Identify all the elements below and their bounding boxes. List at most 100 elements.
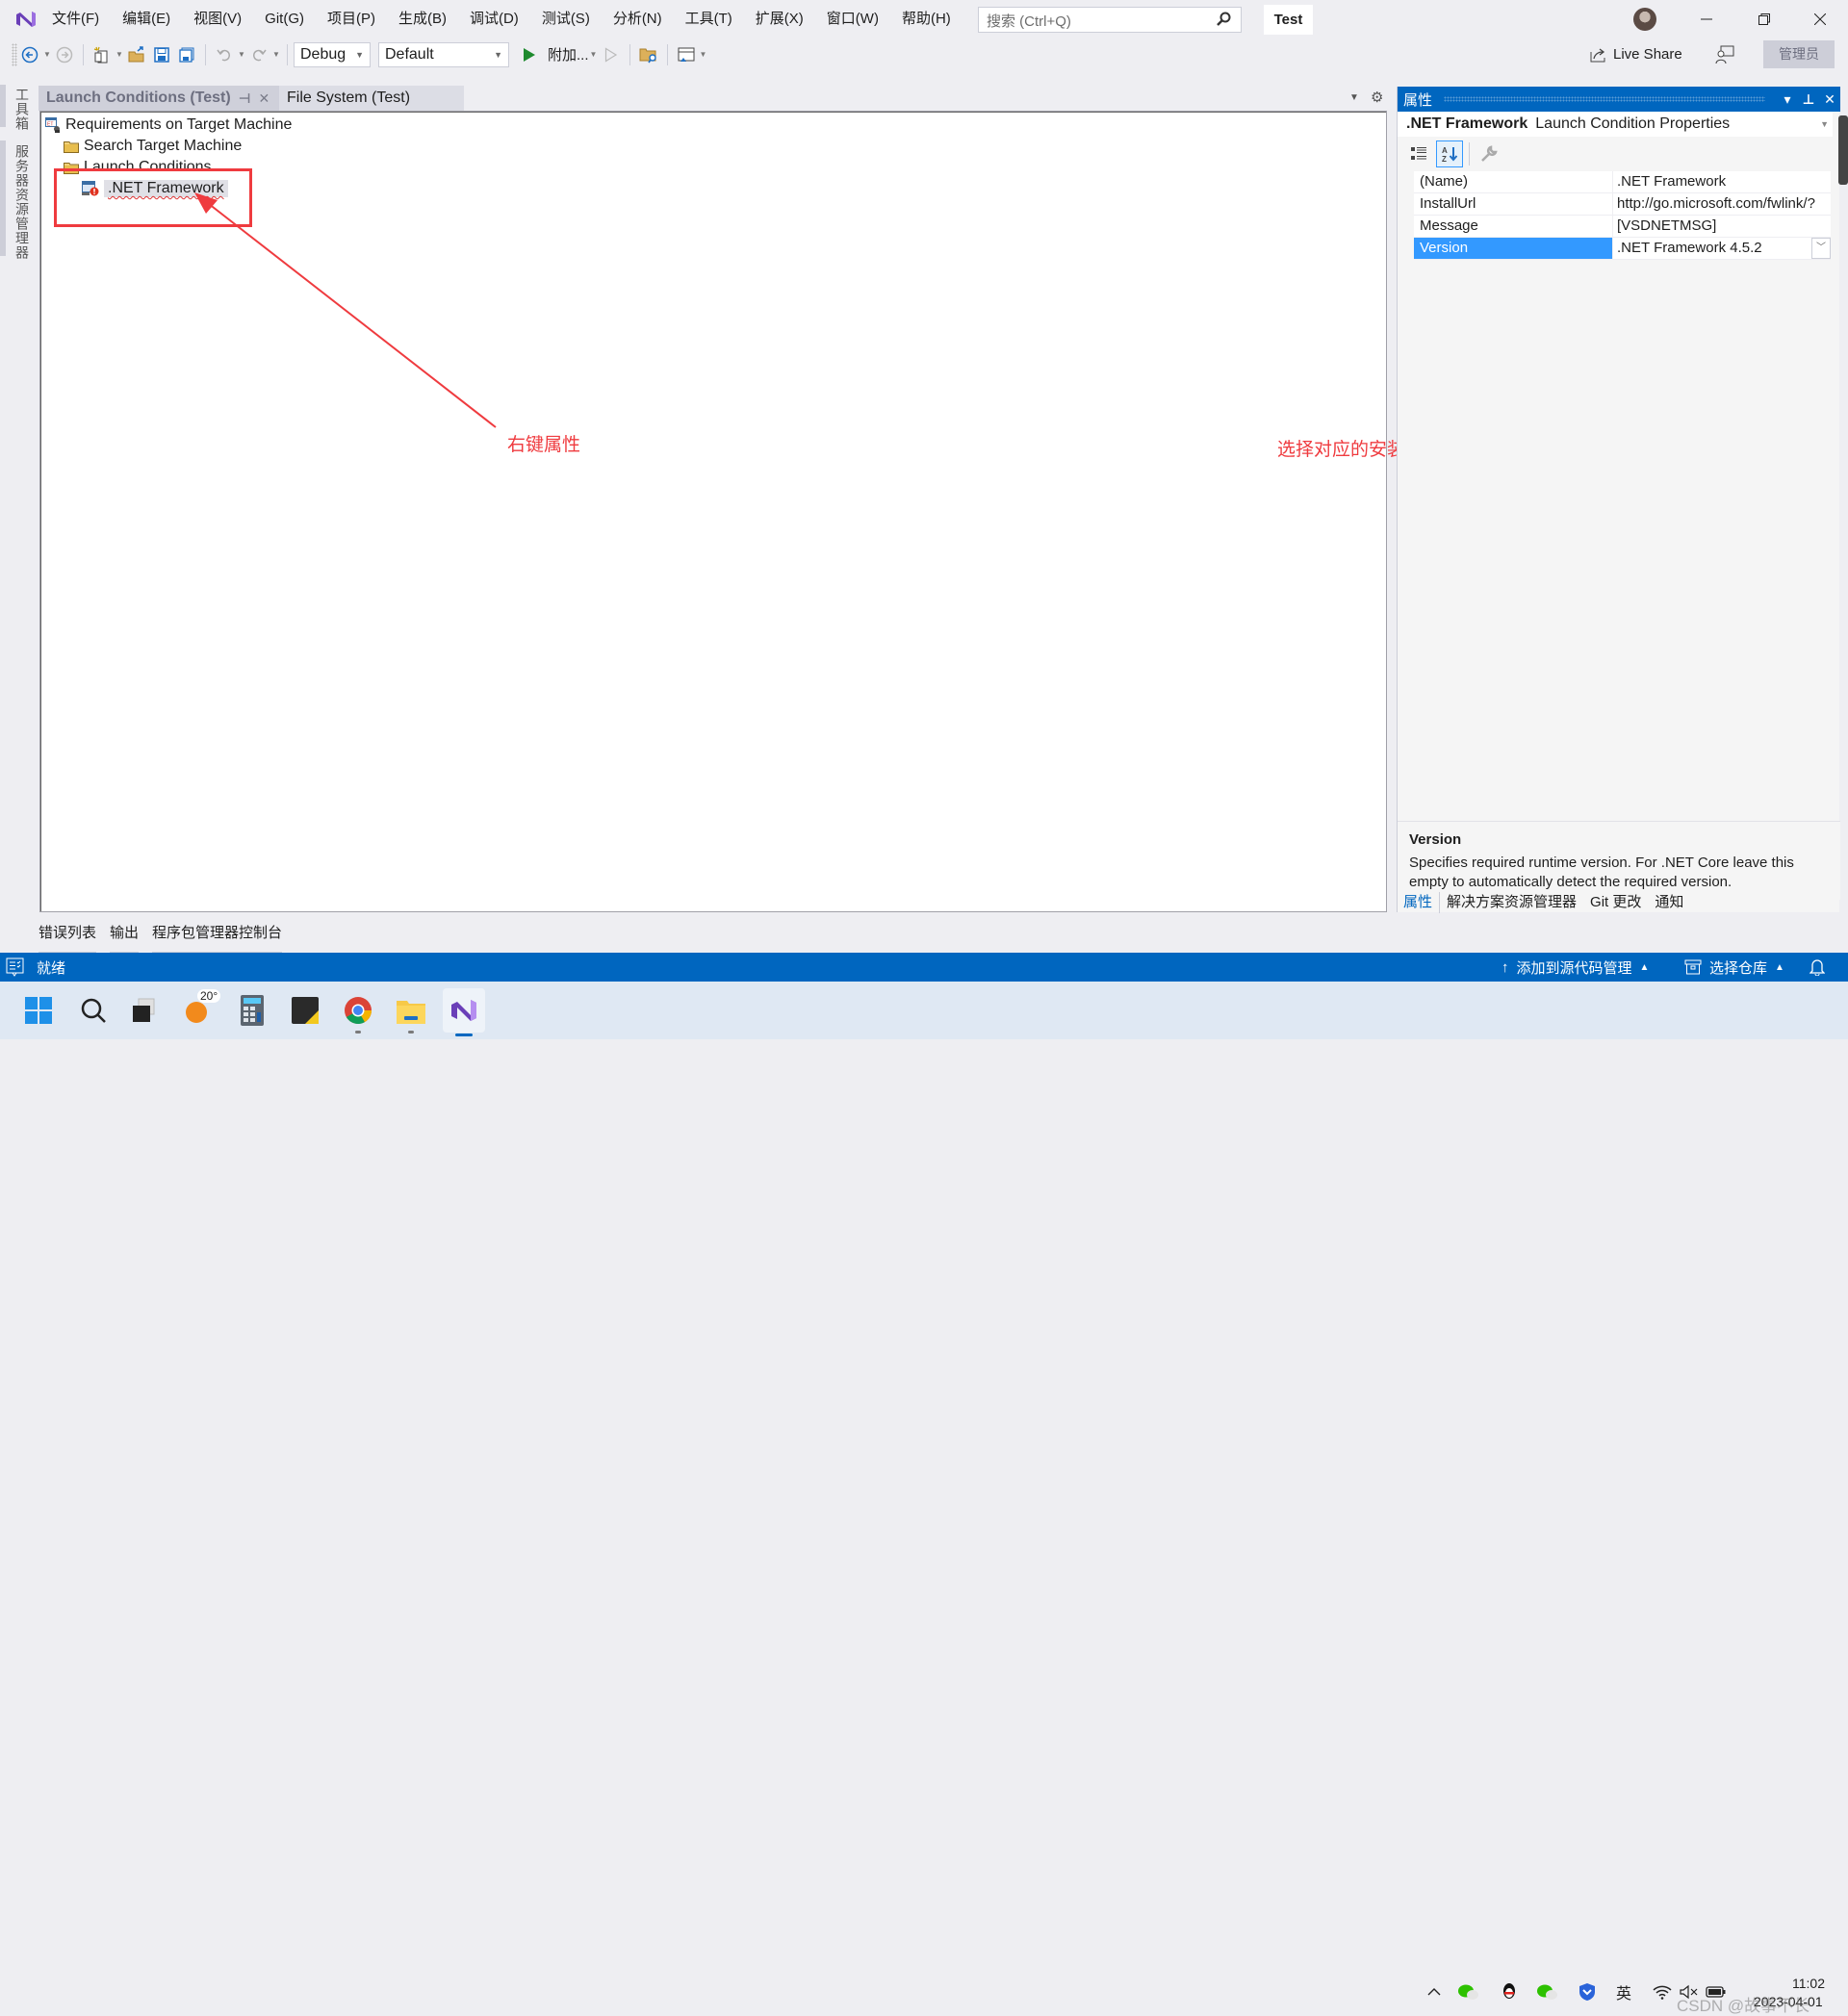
taskbar-visual-studio[interactable] [443,988,485,1036]
start-debugging-button[interactable] [519,44,540,65]
tray-wechat-work[interactable] [1537,1982,1558,2002]
ime-indicator[interactable]: 英 [1613,1982,1634,2003]
user-avatar[interactable] [1633,8,1656,31]
tab-file-system[interactable]: File System (Test) [279,86,464,111]
property-pages-button[interactable] [1476,140,1502,167]
tab-launch-conditions[interactable]: Launch Conditions (Test) ⊣ ✕ [38,86,279,111]
title-grip[interactable] [1444,96,1765,102]
close-window-button[interactable] [1798,0,1842,38]
menu-extensions[interactable]: 扩展(X) [744,0,815,38]
window-layout-button[interactable] [676,44,697,65]
tab-notifications[interactable]: 通知 [1648,892,1690,913]
pin-icon[interactable]: ⊣ [239,90,251,107]
attach-dropdown[interactable]: ▼ [589,50,599,59]
undo-button[interactable] [214,44,235,65]
start-without-debugging-button[interactable] [601,44,622,65]
tab-properties[interactable]: 属性 [1397,892,1441,913]
menu-analyze[interactable]: 分析(N) [602,0,674,38]
menu-edit[interactable]: 编辑(E) [111,0,182,38]
taskbar-search-button[interactable] [74,991,113,1030]
tab-error-list[interactable]: 错误列表 [38,922,97,959]
menu-test[interactable]: 测试(S) [530,0,602,38]
gear-icon[interactable]: ⚙ [1371,89,1383,106]
scrollbar-thumb[interactable] [1838,115,1848,185]
navigate-back-button[interactable] [19,44,40,65]
find-in-files-button[interactable] [638,44,659,65]
property-value[interactable]: [VSDNETMSG] [1612,216,1831,237]
restore-button[interactable] [1742,0,1786,38]
tab-solution-explorer[interactable]: 解决方案资源管理器 [1440,892,1583,913]
navigate-forward-button[interactable] [54,44,75,65]
property-row-installurl[interactable]: InstallUrl http://go.microsoft.com/fwlin… [1414,193,1831,216]
taskbar-file-explorer[interactable] [392,991,430,1034]
select-repository-button[interactable]: 选择仓库 ▲ [1684,953,1784,982]
close-panel-icon[interactable]: ✕ [1819,91,1840,108]
output-status-icon[interactable] [6,957,25,977]
close-tab-icon[interactable]: ✕ [258,90,270,107]
taskbar-calculator[interactable] [233,991,271,1030]
tab-output[interactable]: 输出 [110,922,140,959]
menu-file[interactable]: 文件(F) [40,0,111,38]
panel-menu-dropdown-icon[interactable]: ▾ [1777,91,1798,108]
undo-dropdown[interactable]: ▼ [237,50,246,59]
menu-build[interactable]: 生成(B) [387,0,458,38]
taskbar-sticky-notes[interactable] [286,991,324,1030]
tray-wifi[interactable] [1652,1982,1673,2002]
notifications-button[interactable] [1809,958,1826,980]
redo-button[interactable] [248,44,270,65]
tab-package-manager-console[interactable]: 程序包管理器控制台 [152,922,283,959]
taskbar-chrome[interactable] [339,991,377,1034]
version-select[interactable]: .NET Framework 4.5.2 ﹀ [1612,238,1831,259]
menu-window[interactable]: 窗口(W) [815,0,890,38]
property-row-message[interactable]: Message [VSDNETMSG] [1414,216,1831,238]
navigate-back-dropdown[interactable]: ▼ [42,50,52,59]
solution-configuration-select[interactable]: Debug ▼ [294,41,371,67]
property-row-name[interactable]: (Name) .NET Framework [1414,171,1831,193]
tab-overflow-dropdown-icon[interactable]: ▼ [1349,92,1359,103]
attach-label[interactable]: 附加... [548,44,589,64]
alphabetical-button[interactable]: AZ [1436,140,1463,167]
property-row-version[interactable]: Version .NET Framework 4.5.2 ﹀ [1414,238,1831,260]
menu-project[interactable]: 项目(P) [316,0,387,38]
add-to-source-control-button[interactable]: ↑ 添加到源代码管理 ▲ [1502,953,1649,982]
save-all-button[interactable] [176,44,197,65]
object-selector[interactable]: .NET Framework Launch Condition Properti… [1398,112,1833,137]
feedback-button[interactable] [1715,45,1734,68]
wechat-icon [1458,1984,1478,2000]
tray-wechat[interactable] [1458,1982,1479,2002]
live-share-button[interactable]: Live Share [1590,46,1682,63]
minimize-button[interactable] [1684,0,1729,38]
toolbar-overflow-button[interactable]: ▼ [699,50,708,59]
new-project-dropdown[interactable]: ▼ [115,50,124,59]
toolbar-grip[interactable] [12,42,17,66]
menu-help[interactable]: 帮助(H) [890,0,962,38]
redo-dropdown[interactable]: ▼ [271,50,281,59]
task-view-button[interactable] [125,991,164,1030]
clock-time[interactable]: 11:02 [1792,1976,1825,1991]
start-button[interactable] [19,991,58,1030]
categorized-button[interactable] [1405,140,1432,167]
chevron-down-icon[interactable]: ﹀ [1811,238,1831,259]
tray-qq[interactable] [1499,1982,1520,2002]
pin-icon[interactable]: ⊥ [1798,91,1819,108]
tray-security[interactable] [1577,1982,1598,2002]
menu-git[interactable]: Git(G) [253,0,316,38]
weather-widget[interactable]: 20° [180,989,221,1030]
menu-view[interactable]: 视图(V) [182,0,253,38]
tree-node-search-target-machine[interactable]: Search Target Machine [64,136,242,157]
property-value[interactable]: .NET Framework [1612,171,1831,192]
search-input[interactable]: 搜索 (Ctrl+Q) [978,7,1242,33]
toolbox-tab[interactable]: 工具箱 [13,88,32,131]
solution-platform-select[interactable]: Default ▼ [378,41,509,67]
tab-git-changes[interactable]: Git 更改 [1583,892,1648,913]
visual-studio-logo-icon[interactable] [12,5,40,34]
show-hidden-icons-button[interactable] [1424,1982,1444,2002]
open-file-button[interactable] [126,44,147,65]
menu-debug[interactable]: 调试(D) [458,0,530,38]
menu-tools[interactable]: 工具(T) [674,0,744,38]
server-explorer-tab[interactable]: 服务器资源管理器 [13,144,32,260]
property-value[interactable]: http://go.microsoft.com/fwlink/? [1612,193,1831,215]
tree-node-requirements[interactable]: ET Requirements on Target Machine [45,115,292,136]
save-button[interactable] [151,44,172,65]
new-project-button[interactable] [91,44,113,65]
